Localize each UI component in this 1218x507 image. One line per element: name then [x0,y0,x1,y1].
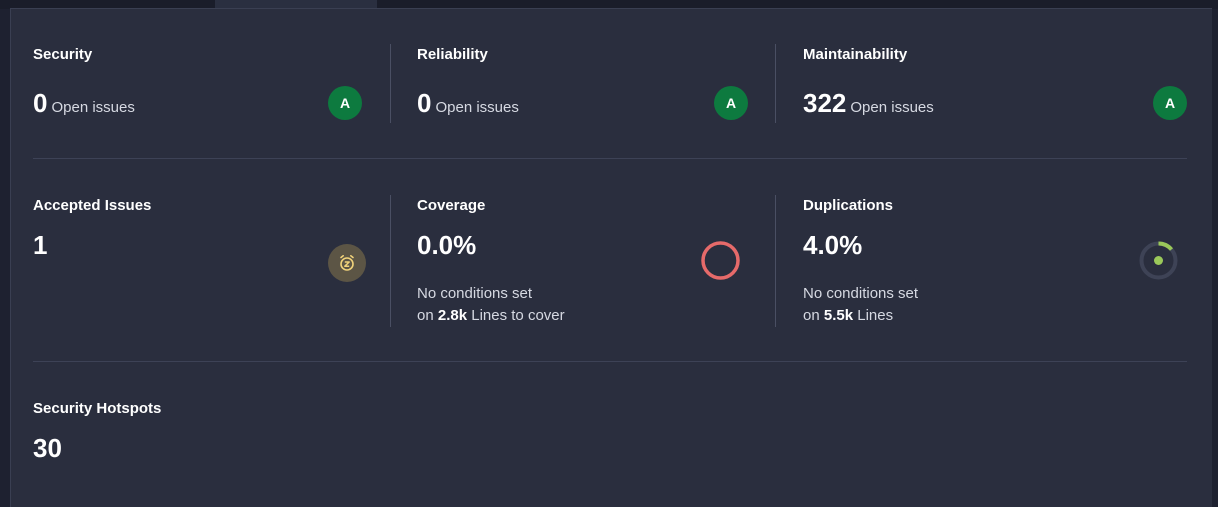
security-title: Security [33,46,93,63]
coverage-lines-text: on 2.8k Lines to cover [417,305,565,327]
divider [775,195,776,327]
security-value[interactable]: 0 Open issues [33,90,135,116]
duplications-value[interactable]: 4.0% [803,232,862,258]
maintainability-value[interactable]: 322 Open issues [803,90,934,116]
coverage-lines-count[interactable]: 2.8k [438,307,467,324]
duplications-lines-count[interactable]: 5.5k [824,307,853,324]
coverage-ring-icon [701,241,740,280]
divider [775,44,776,123]
reliability-count: 0 [417,88,432,118]
measures-panel [10,8,1212,507]
duplications-title: Duplications [803,197,894,214]
reliability-unit: Open issues [435,99,519,116]
accepted-value[interactable]: 1 [33,232,47,258]
duplications-ring-icon [1139,241,1178,280]
reliability-value[interactable]: 0 Open issues [417,90,519,116]
duplications-lines-prefix: on [803,307,820,324]
duplications-condition-text: No conditions set [803,285,919,302]
coverage-condition-text: No conditions set [417,285,533,302]
coverage-ring-track [701,241,740,280]
duplications-lines-suffix: Lines [857,307,894,324]
row-divider [33,361,1187,362]
duplications-ring-dot [1154,256,1163,265]
hotspots-value[interactable]: 30 [33,435,62,461]
coverage-lines-prefix: on [417,307,434,324]
maintainability-grade-badge[interactable]: A [1153,86,1187,120]
coverage-lines-suffix: Lines to cover [471,307,565,324]
row-divider [33,158,1187,159]
duplications-ring-arc [1158,241,1174,251]
accepted-title: Accepted Issues [33,197,152,214]
security-count: 0 [33,88,48,118]
divider [390,44,391,123]
reliability-title: Reliability [417,46,488,63]
maintainability-unit: Open issues [850,99,934,116]
coverage-value[interactable]: 0.0% [417,232,476,258]
coverage-title: Coverage [417,197,486,214]
maintainability-count: 322 [803,88,847,118]
duplications-lines-text: on 5.5k Lines [803,305,893,327]
snooze-clock-glyph [340,254,354,271]
security-grade-badge[interactable]: A [328,86,362,120]
divider [390,195,391,327]
security-unit: Open issues [51,99,135,116]
snooze-clock-icon [328,244,366,282]
reliability-grade-badge[interactable]: A [714,86,748,120]
hotspots-title: Security Hotspots [33,400,162,417]
maintainability-title: Maintainability [803,46,908,63]
